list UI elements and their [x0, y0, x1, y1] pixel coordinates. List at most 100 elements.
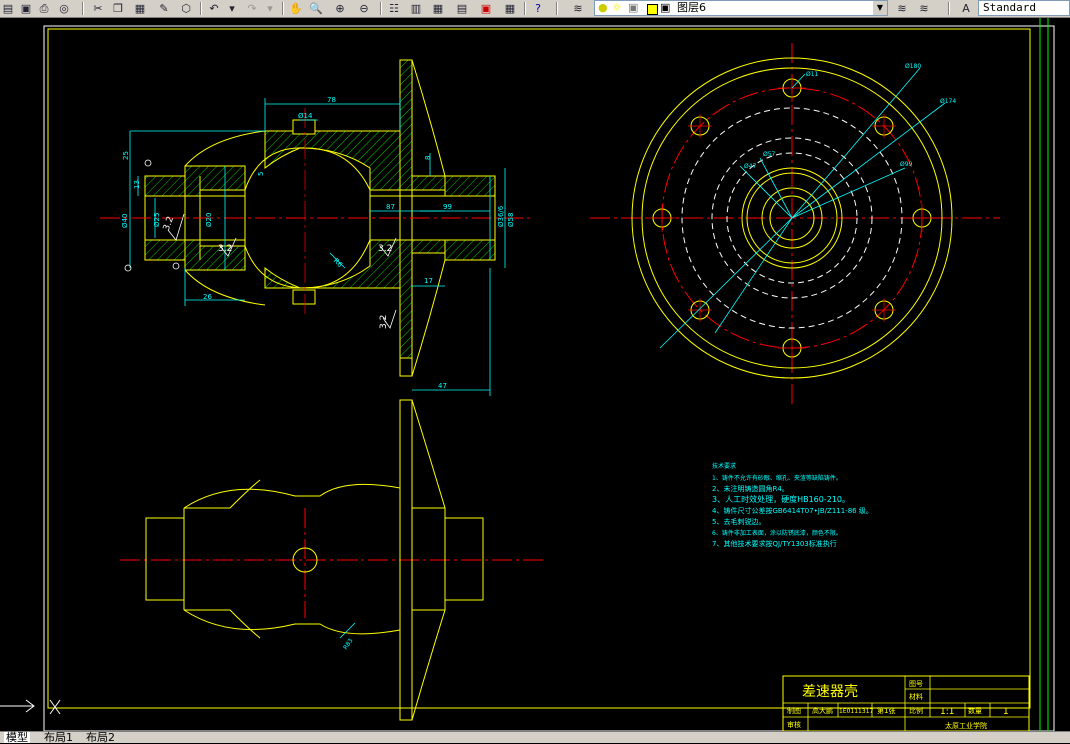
undo-icon[interactable]: ↶ [206, 1, 222, 16]
title-block: 差速器壳 图号 材料 比例 数量 制图 高大鹏 1E0111317 第1张 1:… [782, 675, 1030, 731]
designer-name: 高大鹏 [812, 706, 833, 715]
zoom-previous-icon[interactable]: ⊖ [356, 1, 372, 16]
design-center-icon[interactable]: ▥ [408, 1, 424, 16]
dim-17: 17 [424, 277, 433, 285]
dim-11: Ø11 [806, 71, 819, 78]
note-5: 5、去毛刺锐边。 [712, 517, 765, 526]
plot-style-icon: ▣ [660, 1, 671, 14]
layer-color-icon [647, 4, 658, 15]
dim-r6: R6 [332, 257, 345, 270]
dim-40: Ø40 [121, 214, 129, 228]
front-section-view: 78 Ø14 25 13 5 Ø40 Ø25 8 Ø20 87 99 Ø36/6… [100, 59, 530, 396]
label-scale: 比例 [909, 706, 923, 715]
toolbar-separator [282, 2, 284, 15]
sheet-set-icon[interactable]: ▤ [454, 1, 470, 16]
note-2: 2、未注明铸造圆角R4。 [712, 484, 789, 493]
lightbulb-icon: ● [598, 1, 608, 14]
dim-47: 47 [438, 382, 447, 390]
part-name: 差速器壳 [802, 683, 858, 700]
label-check: 审核 [787, 720, 801, 729]
calculator-icon[interactable]: ▦ [502, 1, 518, 16]
side-view: Ø11 Ø180 Ø174 Ø57 Ø47 Ø99 [590, 43, 1000, 408]
toolbar-separator [948, 2, 950, 15]
tab-model[interactable]: 模型 [4, 732, 30, 743]
paste-icon[interactable]: ▦ [132, 1, 148, 16]
note-7: 7、其他技术要求按QJ/TY1303标准执行 [712, 539, 837, 548]
layer-dropdown[interactable]: ● ☼ ▣ ▣ 图层6 ▼ [594, 0, 888, 16]
help-icon[interactable]: ? [530, 1, 546, 16]
dim-20: Ø20 [205, 213, 213, 227]
hatch-right-top [444, 175, 496, 197]
roughness-3: 3.2 [378, 244, 392, 254]
dim-13: 13 [133, 180, 141, 189]
preview-icon[interactable]: ◎ [56, 1, 72, 16]
student-id: 1E0111317 [839, 708, 874, 715]
layer-manager-icon[interactable]: ≋ [570, 1, 586, 16]
dim-174: Ø174 [940, 98, 956, 105]
note-4: 4、铸件尺寸公差按GB6414T07•JB/Z111-86 级。 [712, 506, 873, 515]
layer-previous-icon[interactable]: ≋ [894, 1, 910, 16]
school-name: 太原工业学院 [945, 721, 987, 730]
note-6: 6、铸件非加工表面，涂以防锈底漆，颜色不限。 [712, 529, 842, 537]
standard-toolbar: ▤ ▣ ⎙ ◎ ✂ ❐ ▦ ✎ ⬡ ↶ ▾ ↷ ▾ ✋ 🔍 ⊕ ⊖ ☷ ▥ ▦ … [0, 0, 1070, 18]
text-style-dropdown[interactable]: Standard [978, 0, 1070, 16]
toolbar-separator [200, 2, 202, 15]
cut-icon[interactable]: ✂ [90, 1, 106, 16]
redo-dropdown-icon[interactable]: ▾ [262, 1, 278, 16]
dim-99b: Ø99 [900, 161, 913, 168]
redo-icon[interactable]: ↷ [244, 1, 260, 16]
cad-drawing: 78 Ø14 25 13 5 Ø40 Ø25 8 Ø20 87 99 Ø36/6… [0, 18, 1055, 731]
toolbar-separator [380, 2, 382, 15]
zoom-realtime-icon[interactable]: 🔍 [308, 1, 324, 16]
ucs-icon [0, 699, 61, 715]
open-icon[interactable]: ▤ [0, 1, 16, 16]
publish-icon[interactable]: ▣ [18, 1, 34, 16]
dim-58: Ø58 [507, 213, 515, 227]
undo-dropdown-icon[interactable]: ▾ [224, 1, 240, 16]
hatch-left-top [144, 165, 246, 197]
note-3: 3、人工时效处理，硬度HB160-210。 [712, 494, 850, 504]
toolbar-separator [524, 2, 526, 15]
dim-57: Ø57 [763, 151, 776, 158]
block-editor-icon[interactable]: ⬡ [178, 1, 194, 16]
dim-5: 5 [257, 172, 265, 176]
body-arc-top [184, 130, 266, 167]
dim-25: 25 [122, 151, 130, 160]
label-qty: 数量 [968, 706, 982, 715]
dim-180: Ø180 [905, 63, 921, 70]
current-layer-name: 图层6 [677, 1, 706, 14]
pan-icon[interactable]: ✋ [288, 1, 304, 16]
roughness-4: 3.2 [379, 315, 389, 329]
tool-palettes-icon[interactable]: ▦ [430, 1, 446, 16]
dim-25b: Ø25 [153, 213, 161, 227]
plot-icon[interactable]: ⎙ [36, 1, 52, 16]
dim-47b: Ø47 [744, 163, 757, 170]
text-style-icon[interactable]: A [958, 1, 974, 16]
chevron-down-icon: ▼ [873, 1, 887, 15]
drawing-canvas[interactable]: 78 Ø14 25 13 5 Ø40 Ø25 8 Ø20 87 99 Ø36/6… [0, 18, 1070, 731]
copy-icon[interactable]: ❐ [110, 1, 126, 16]
label-figno: 图号 [909, 680, 923, 688]
tab-layout1[interactable]: 布局1 [44, 732, 73, 743]
toolbar-separator [556, 2, 558, 15]
lock-icon: ▣ [628, 1, 639, 14]
dim-78: 78 [327, 96, 336, 104]
zoom-window-icon[interactable]: ⊕ [332, 1, 348, 16]
technical-requirements: 技术要求 1、铸件不允许有砂眼、缩孔、夹渣等缺陷铸件。 2、未注明铸造圆角R4。… [712, 462, 873, 548]
top-hole [292, 119, 316, 135]
note-1: 1、铸件不允许有砂眼、缩孔、夹渣等缺陷铸件。 [712, 474, 842, 482]
label-designer: 制图 [787, 706, 801, 715]
dim-14: Ø14 [298, 112, 313, 120]
tab-layout2[interactable]: 布局2 [86, 732, 115, 743]
markup-icon[interactable]: ▣ [478, 1, 494, 16]
sheet-number: 第1张 [877, 706, 895, 715]
layer-states-icon[interactable]: ≋ [916, 1, 932, 16]
roughness-2: 3.2 [218, 244, 232, 254]
match-properties-icon[interactable]: ✎ [156, 1, 172, 16]
drawing-frame-outer [43, 25, 1055, 731]
bottom-hole [292, 289, 316, 305]
dim-r83: R83 [342, 637, 355, 651]
scale-value: 1:1 [940, 707, 954, 717]
dim-87: 87 [386, 203, 395, 211]
properties-icon[interactable]: ☷ [386, 1, 402, 16]
